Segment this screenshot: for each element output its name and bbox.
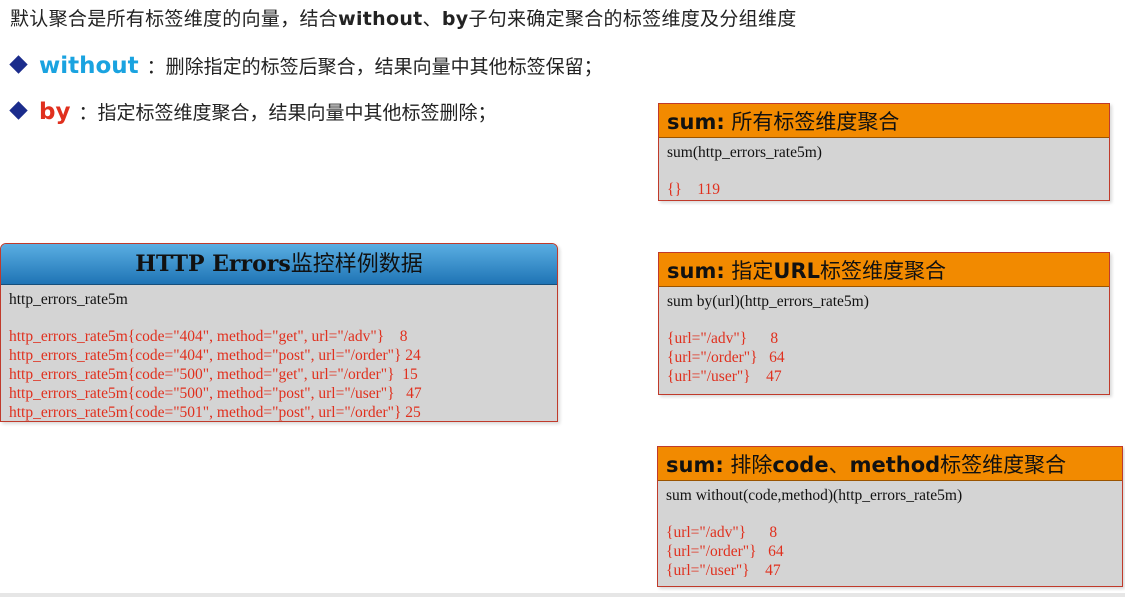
header-text: 排除 — [723, 453, 773, 477]
sample-header-cn: 监控样例数据 — [290, 252, 423, 277]
title-keyword-without: without — [338, 8, 423, 30]
bullet-text: ：删除指定的标签后聚合，结果向量中其他标签保留； — [146, 56, 603, 78]
header-bold: sum: — [667, 259, 725, 283]
header-text: 标签维度聚合 — [940, 453, 1067, 477]
title-text-mid: 、 — [422, 8, 442, 30]
header-bold: code — [772, 453, 829, 477]
sum-by-command: sum by(url)(http_errors_rate5m) — [667, 293, 869, 310]
bullet-text: ：指定标签维度聚合，结果向量中其他标签删除； — [78, 102, 497, 124]
bullet-keyword: by — [39, 99, 71, 125]
bottom-bar — [0, 593, 1125, 597]
result-row: {} 119 — [667, 181, 721, 198]
header-bold: sum: — [667, 110, 725, 134]
sum-without-header: sum: 排除code、method标签维度聚合 — [658, 447, 1122, 481]
result-row: {url="/order"} 64 — [667, 349, 785, 366]
title-keyword-by: by — [441, 8, 469, 30]
result-row: {url="/user"} 47 — [666, 562, 781, 579]
header-text: 、 — [828, 453, 850, 477]
title-text-post: 子句来确定聚合的标签维度及分组维度 — [468, 8, 797, 30]
sample-header-en: HTTP Errors — [135, 251, 291, 277]
page-title: 默认聚合是所有标签维度的向量，结合without、by子句来确定聚合的标签维度及… — [10, 4, 797, 31]
result-row: {url="/user"} 47 — [667, 368, 782, 385]
diamond-bullet-icon — [9, 101, 28, 120]
bullet-by: by ：指定标签维度聚合，结果向量中其他标签删除； — [9, 98, 497, 125]
result-row: {url="/adv"} 8 — [666, 524, 778, 541]
sample-row: http_errors_rate5m{code="501", method="p… — [9, 404, 421, 421]
header-text: 标签维度聚合 — [820, 259, 947, 283]
result-row: {url="/adv"} 8 — [667, 330, 779, 347]
header-bold: sum: — [666, 453, 724, 477]
title-text-pre: 默认聚合是所有标签维度的向量，结合 — [10, 8, 339, 30]
sample-row: http_errors_rate5m{code="404", method="g… — [9, 328, 408, 345]
bullet-without: without ：删除指定的标签后聚合，结果向量中其他标签保留； — [9, 52, 603, 79]
sum-by-box: sum: 指定URL标签维度聚合 sum by(url)(http_errors… — [658, 252, 1110, 395]
sum-all-command: sum(http_errors_rate5m) — [667, 144, 822, 161]
diamond-bullet-icon — [9, 55, 28, 74]
result-row: {url="/order"} 64 — [666, 543, 784, 560]
header-text: 指定 — [724, 259, 774, 283]
sample-data-box: HTTP Errors监控样例数据 http_errors_rate5m htt… — [0, 243, 558, 422]
sum-all-box: sum: 所有标签维度聚合 sum(http_errors_rate5m) {}… — [658, 103, 1110, 201]
sum-without-command: sum without(code,method)(http_errors_rat… — [666, 487, 963, 504]
sample-row: http_errors_rate5m{code="500", method="p… — [9, 385, 422, 402]
sample-command: http_errors_rate5m — [9, 291, 128, 308]
sum-all-header: sum: 所有标签维度聚合 — [659, 104, 1109, 138]
header-text: 所有标签维度聚合 — [724, 110, 900, 134]
sum-without-box: sum: 排除code、method标签维度聚合 sum without(cod… — [657, 446, 1123, 587]
bullet-keyword: without — [39, 53, 139, 79]
sum-by-header: sum: 指定URL标签维度聚合 — [659, 253, 1109, 287]
sample-row: http_errors_rate5m{code="404", method="p… — [9, 347, 421, 364]
sample-row: http_errors_rate5m{code="500", method="g… — [9, 366, 418, 383]
header-bold: method — [849, 453, 941, 477]
header-bold: URL — [773, 259, 821, 283]
sample-data-header: HTTP Errors监控样例数据 — [1, 244, 557, 285]
